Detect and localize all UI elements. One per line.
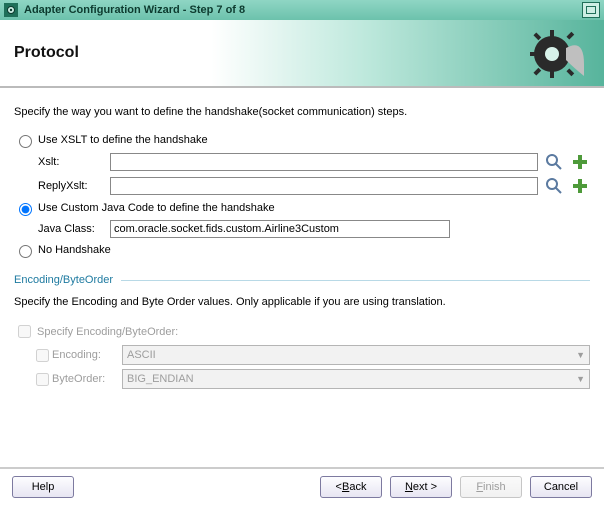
xslt-label: Xslt: bbox=[38, 156, 110, 168]
titlebar: Adapter Configuration Wizard - Step 7 of… bbox=[0, 0, 604, 20]
encoding-label: Encoding: bbox=[52, 349, 101, 361]
wizard-footer: Help < Back Next > Finish Cancel bbox=[0, 467, 604, 505]
byteorder-field-row: ByteOrder: BIG_ENDIAN ▼ bbox=[32, 369, 590, 389]
byteorder-combobox: BIG_ENDIAN ▼ bbox=[122, 369, 590, 389]
xslt-field-row: Xslt: bbox=[38, 152, 590, 172]
radio-none-label: No Handshake bbox=[38, 244, 111, 256]
encoding-instruction: Specify the Encoding and Byte Order valu… bbox=[14, 296, 590, 308]
maximize-button[interactable] bbox=[582, 2, 600, 18]
radio-xslt-input[interactable] bbox=[19, 135, 32, 148]
finish-button: Finish bbox=[460, 476, 522, 498]
chevron-down-icon: ▼ bbox=[576, 374, 585, 384]
encoding-section-label: Encoding/ByteOrder bbox=[14, 274, 113, 286]
system-menu-icon[interactable] bbox=[4, 3, 18, 17]
window-title: Adapter Configuration Wizard - Step 7 of… bbox=[24, 4, 245, 16]
search-icon bbox=[545, 153, 563, 171]
specify-encoding-label: Specify Encoding/ByteOrder: bbox=[37, 326, 178, 338]
java-class-label: Java Class: bbox=[38, 223, 110, 235]
search-icon bbox=[545, 177, 563, 195]
encoding-field-row: Encoding: ASCII ▼ bbox=[32, 345, 590, 365]
next-button[interactable]: Next > bbox=[390, 476, 452, 498]
divider bbox=[121, 280, 590, 281]
replyxslt-add-button[interactable] bbox=[570, 176, 590, 196]
radio-none-input[interactable] bbox=[19, 245, 32, 258]
encoding-combobox: ASCII ▼ bbox=[122, 345, 590, 365]
replyxslt-input[interactable] bbox=[110, 177, 538, 195]
specify-encoding-row: Specify Encoding/ByteOrder: bbox=[14, 322, 590, 341]
java-class-row: Java Class: bbox=[38, 220, 590, 238]
wizard-banner: Protocol bbox=[0, 20, 604, 88]
handshake-instruction: Specify the way you want to define the h… bbox=[14, 106, 590, 118]
radio-java[interactable]: Use Custom Java Code to define the hands… bbox=[14, 200, 590, 216]
plus-icon bbox=[571, 153, 589, 171]
page-title: Protocol bbox=[14, 44, 79, 62]
radio-java-label: Use Custom Java Code to define the hands… bbox=[38, 202, 275, 214]
replyxslt-field-row: ReplyXslt: bbox=[38, 176, 590, 196]
byteorder-value: BIG_ENDIAN bbox=[127, 373, 194, 385]
xslt-add-button[interactable] bbox=[570, 152, 590, 172]
radio-none[interactable]: No Handshake bbox=[14, 242, 590, 258]
radio-xslt-label: Use XSLT to define the handshake bbox=[38, 134, 208, 146]
replyxslt-label: ReplyXslt: bbox=[38, 180, 110, 192]
back-button[interactable]: < Back bbox=[320, 476, 382, 498]
replyxslt-browse-button[interactable] bbox=[544, 176, 564, 196]
java-class-input[interactable] bbox=[110, 220, 450, 238]
radio-java-input[interactable] bbox=[19, 203, 32, 216]
xslt-input[interactable] bbox=[110, 153, 538, 171]
specify-encoding-checkbox bbox=[18, 325, 31, 338]
byteorder-label: ByteOrder: bbox=[52, 373, 105, 385]
encoding-value: ASCII bbox=[127, 349, 156, 361]
xslt-browse-button[interactable] bbox=[544, 152, 564, 172]
radio-xslt[interactable]: Use XSLT to define the handshake bbox=[14, 132, 590, 148]
gear-icon bbox=[524, 24, 584, 84]
encoding-checkbox bbox=[36, 349, 49, 362]
cancel-button[interactable]: Cancel bbox=[530, 476, 592, 498]
byteorder-checkbox bbox=[36, 373, 49, 386]
help-button[interactable]: Help bbox=[12, 476, 74, 498]
content-area: Specify the way you want to define the h… bbox=[0, 88, 604, 389]
plus-icon bbox=[571, 177, 589, 195]
chevron-down-icon: ▼ bbox=[576, 350, 585, 360]
encoding-section-header: Encoding/ByteOrder bbox=[14, 274, 590, 286]
